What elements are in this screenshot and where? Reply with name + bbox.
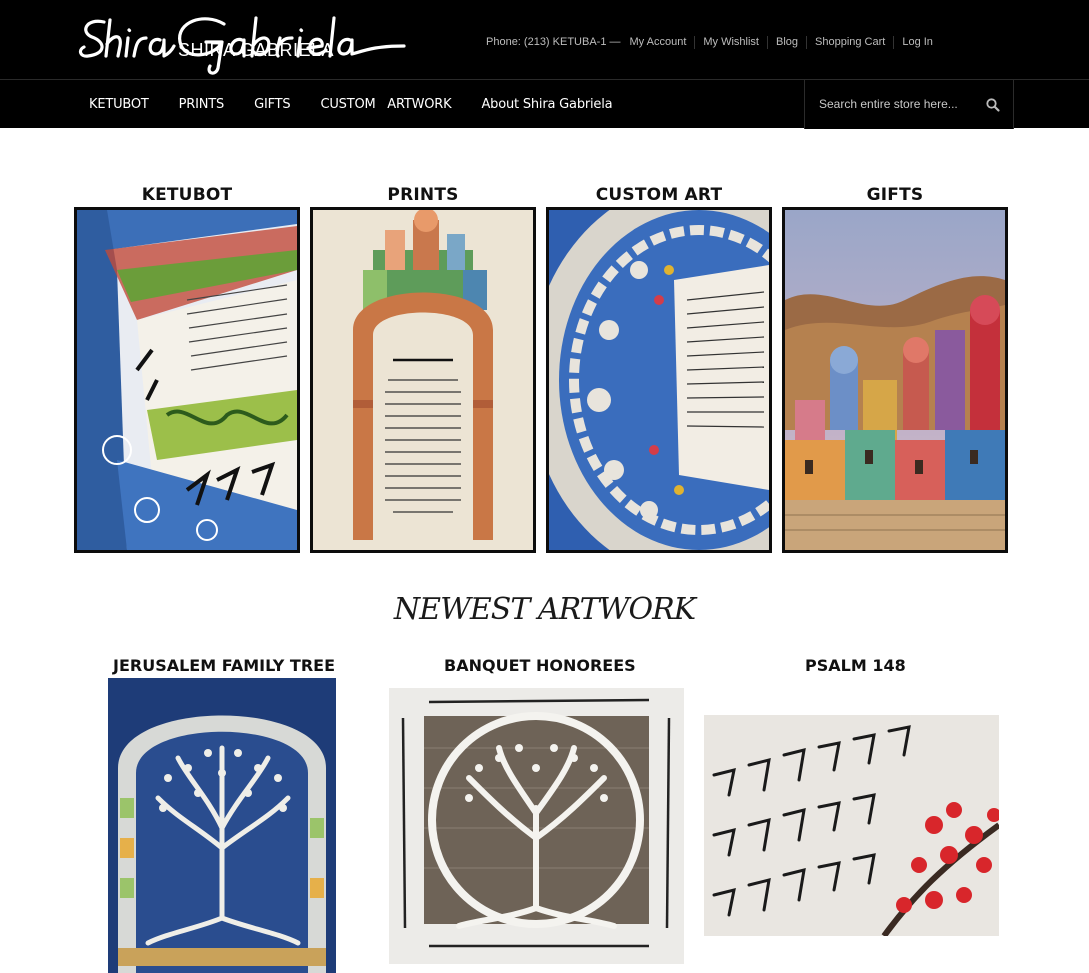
category-prints: PRINTS: [310, 184, 536, 553]
header-links: Phone: (213) KETUBA-1 — My Account My Wi…: [486, 34, 941, 50]
category-ketubot: KETUBOT: [74, 184, 300, 553]
category-image-ketubot[interactable]: [74, 207, 300, 553]
shopping-cart-link[interactable]: Shopping Cart: [806, 35, 893, 49]
category-title[interactable]: PRINTS: [310, 184, 536, 206]
nav-item-prints[interactable]: PRINTS: [179, 97, 225, 112]
artwork-image-banquet-honorees[interactable]: [389, 688, 684, 964]
brand-name: SHIRA GABRIELA: [178, 40, 335, 60]
my-account-link[interactable]: My Account: [630, 36, 695, 49]
main-nav: KETUBOT PRINTS GIFTS CUSTOM ARTWORK Abou…: [0, 79, 1089, 129]
search-icon[interactable]: [985, 97, 1001, 113]
category-image-custom-art[interactable]: [546, 207, 772, 553]
blog-link[interactable]: Blog: [766, 35, 806, 49]
category-title[interactable]: GIFTS: [782, 184, 1008, 206]
nav-item-about[interactable]: About Shira Gabriela: [481, 97, 612, 112]
search-input[interactable]: [819, 94, 979, 114]
nav-item-gifts[interactable]: GIFTS: [254, 97, 291, 112]
artwork-title-psalm-148[interactable]: PSALM 148: [805, 656, 906, 675]
my-wishlist-link[interactable]: My Wishlist: [694, 35, 767, 49]
category-image-prints[interactable]: [310, 207, 536, 553]
nav-item-ketubot[interactable]: KETUBOT: [89, 97, 149, 112]
log-in-link[interactable]: Log In: [893, 35, 941, 49]
artwork-image-jerusalem-family-tree[interactable]: [108, 678, 336, 973]
category-title[interactable]: KETUBOT: [74, 184, 300, 206]
category-custom-art: CUSTOM ART: [546, 184, 772, 553]
category-image-gifts[interactable]: [782, 207, 1008, 553]
nav-item-custom-artwork[interactable]: CUSTOM ARTWORK: [320, 97, 451, 112]
newest-artwork-heading: NEWEST ARTWORK: [393, 592, 696, 627]
artwork-title-banquet-honorees[interactable]: BANQUET HONOREES: [444, 656, 636, 675]
top-bar: SHIRA GABRIELA Phone: (213) KETUBA-1 — M…: [0, 0, 1089, 79]
artwork-image-psalm-148[interactable]: [704, 715, 999, 936]
search-box: [804, 80, 1014, 129]
category-title[interactable]: CUSTOM ART: [546, 184, 772, 206]
category-gifts: GIFTS: [782, 184, 1008, 553]
artwork-title-jerusalem-family-tree[interactable]: JERUSALEM FAMILY TREE: [113, 656, 335, 675]
phone-number: Phone: (213) KETUBA-1 —: [486, 36, 621, 48]
